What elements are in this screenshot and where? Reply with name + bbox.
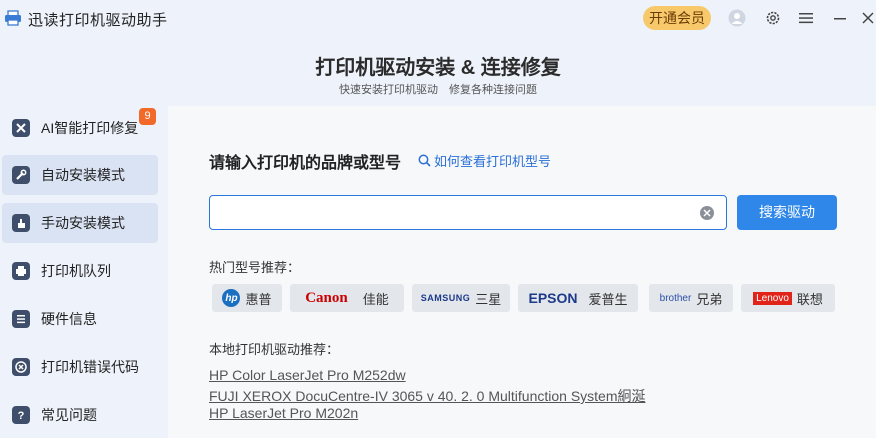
banner-title: 打印机驱动安装 & 连接修复 xyxy=(315,57,561,79)
sidebar-item-error-codes[interactable]: 打印机错误代码 xyxy=(2,347,158,387)
brand-lenovo[interactable]: Lenovo 联想 xyxy=(741,284,835,312)
banner: 打印机驱动安装 & 连接修复 快速安装打印机驱动 修复各种连接问题 xyxy=(0,36,876,106)
app-title: 迅读打印机驱动助手 xyxy=(28,12,168,29)
sidebar-item-label: 打印机队列 xyxy=(41,263,111,279)
question-icon: ? xyxy=(12,406,30,424)
sidebar-item-label: 常见问题 xyxy=(41,407,97,423)
brand-epson[interactable]: EPSON 爱普生 xyxy=(518,284,638,312)
search-icon xyxy=(418,154,431,167)
close-icon[interactable] xyxy=(858,8,876,28)
clear-icon[interactable] xyxy=(700,206,714,220)
sidebar-item-label: 自动安装模式 xyxy=(41,167,125,183)
epson-logo-icon: EPSON xyxy=(528,290,578,306)
help-link-label: 如何查看打印机型号 xyxy=(434,154,552,169)
sidebar-item-printer-queue[interactable]: 打印机队列 xyxy=(2,251,158,291)
printer-icon xyxy=(12,262,30,280)
search-heading: 请输入打印机的品牌或型号 xyxy=(209,155,402,172)
sidebar-item-label: 手动安装模式 xyxy=(41,215,125,231)
title-bar: 迅读打印机驱动助手 开通会员 xyxy=(0,0,876,36)
lenovo-logo-icon: Lenovo xyxy=(753,291,792,305)
sidebar-item-label: AI智能打印修复 xyxy=(41,120,139,136)
tools-icon xyxy=(12,119,30,137)
brand-hp[interactable]: hp 惠普 xyxy=(212,284,282,312)
hot-models-label: 热门型号推荐： xyxy=(209,260,301,275)
sidebar-item-label: 硬件信息 xyxy=(41,311,97,327)
vip-button[interactable]: 开通会员 xyxy=(643,6,711,30)
svg-text:?: ? xyxy=(18,410,25,421)
sidebar-item-ai-repair[interactable]: AI智能打印修复 9 xyxy=(2,108,158,148)
sidebar-item-label: 打印机错误代码 xyxy=(41,359,139,375)
menu-icon[interactable] xyxy=(796,8,816,28)
samsung-logo-icon: SAMSUNG xyxy=(420,293,471,303)
minimize-icon[interactable] xyxy=(830,8,850,28)
brand-name: 佳能 xyxy=(362,291,389,307)
search-driver-button[interactable]: 搜索驱动 xyxy=(737,195,837,230)
help-link[interactable]: 如何查看打印机型号 xyxy=(418,151,551,170)
brand-name: 三星 xyxy=(475,291,502,307)
avatar-icon[interactable] xyxy=(727,8,747,28)
hand-icon xyxy=(12,214,30,232)
hp-logo-icon: hp xyxy=(222,289,241,307)
brand-name: 惠普 xyxy=(245,291,272,307)
sidebar-item-faq[interactable]: ? 常见问题 xyxy=(2,395,158,435)
canon-logo-icon: Canon xyxy=(305,289,348,306)
brand-canon[interactable]: Canon 佳能 xyxy=(290,284,404,312)
brand-name: 兄弟 xyxy=(696,291,723,307)
sidebar: AI智能打印修复 9 自动安装模式 手动安装模式 打印机队列 硬件信息 打印机错… xyxy=(0,106,168,438)
list-icon xyxy=(12,310,30,328)
error-icon xyxy=(12,358,30,376)
sidebar-item-hardware-info[interactable]: 硬件信息 xyxy=(2,299,158,339)
brand-samsung[interactable]: SAMSUNG 三星 xyxy=(412,284,510,312)
driver-link[interactable]: FUJI XEROX DocuCentre-IV 3065 v 40. 2. 0… xyxy=(209,386,646,406)
sidebar-item-auto-install[interactable]: 自动安装模式 xyxy=(2,155,158,195)
search-input[interactable] xyxy=(210,196,680,229)
brand-brother[interactable]: brother 兄弟 xyxy=(649,284,733,312)
printer-logo-icon xyxy=(5,10,21,26)
brother-logo-icon: brother xyxy=(659,292,692,304)
banner-subtitle: 快速安装打印机驱动 修复各种连接问题 xyxy=(338,84,538,96)
driver-link[interactable]: HP LaserJet Pro M202n xyxy=(209,405,358,421)
notification-badge: 9 xyxy=(139,108,156,125)
local-drivers-label: 本地打印机驱动推荐： xyxy=(209,342,340,357)
search-box xyxy=(209,195,727,230)
wrench-icon xyxy=(12,166,30,184)
sidebar-item-manual-install[interactable]: 手动安装模式 xyxy=(2,203,158,243)
main-panel: 请输入打印机的品牌或型号 如何查看打印机型号 搜索驱动 热门型号推荐： hp 惠… xyxy=(168,106,876,438)
driver-link[interactable]: HP Color LaserJet Pro M252dw xyxy=(209,367,406,383)
brand-name: 联想 xyxy=(796,291,823,307)
gear-icon[interactable] xyxy=(763,8,783,28)
brand-name: 爱普生 xyxy=(588,291,628,307)
